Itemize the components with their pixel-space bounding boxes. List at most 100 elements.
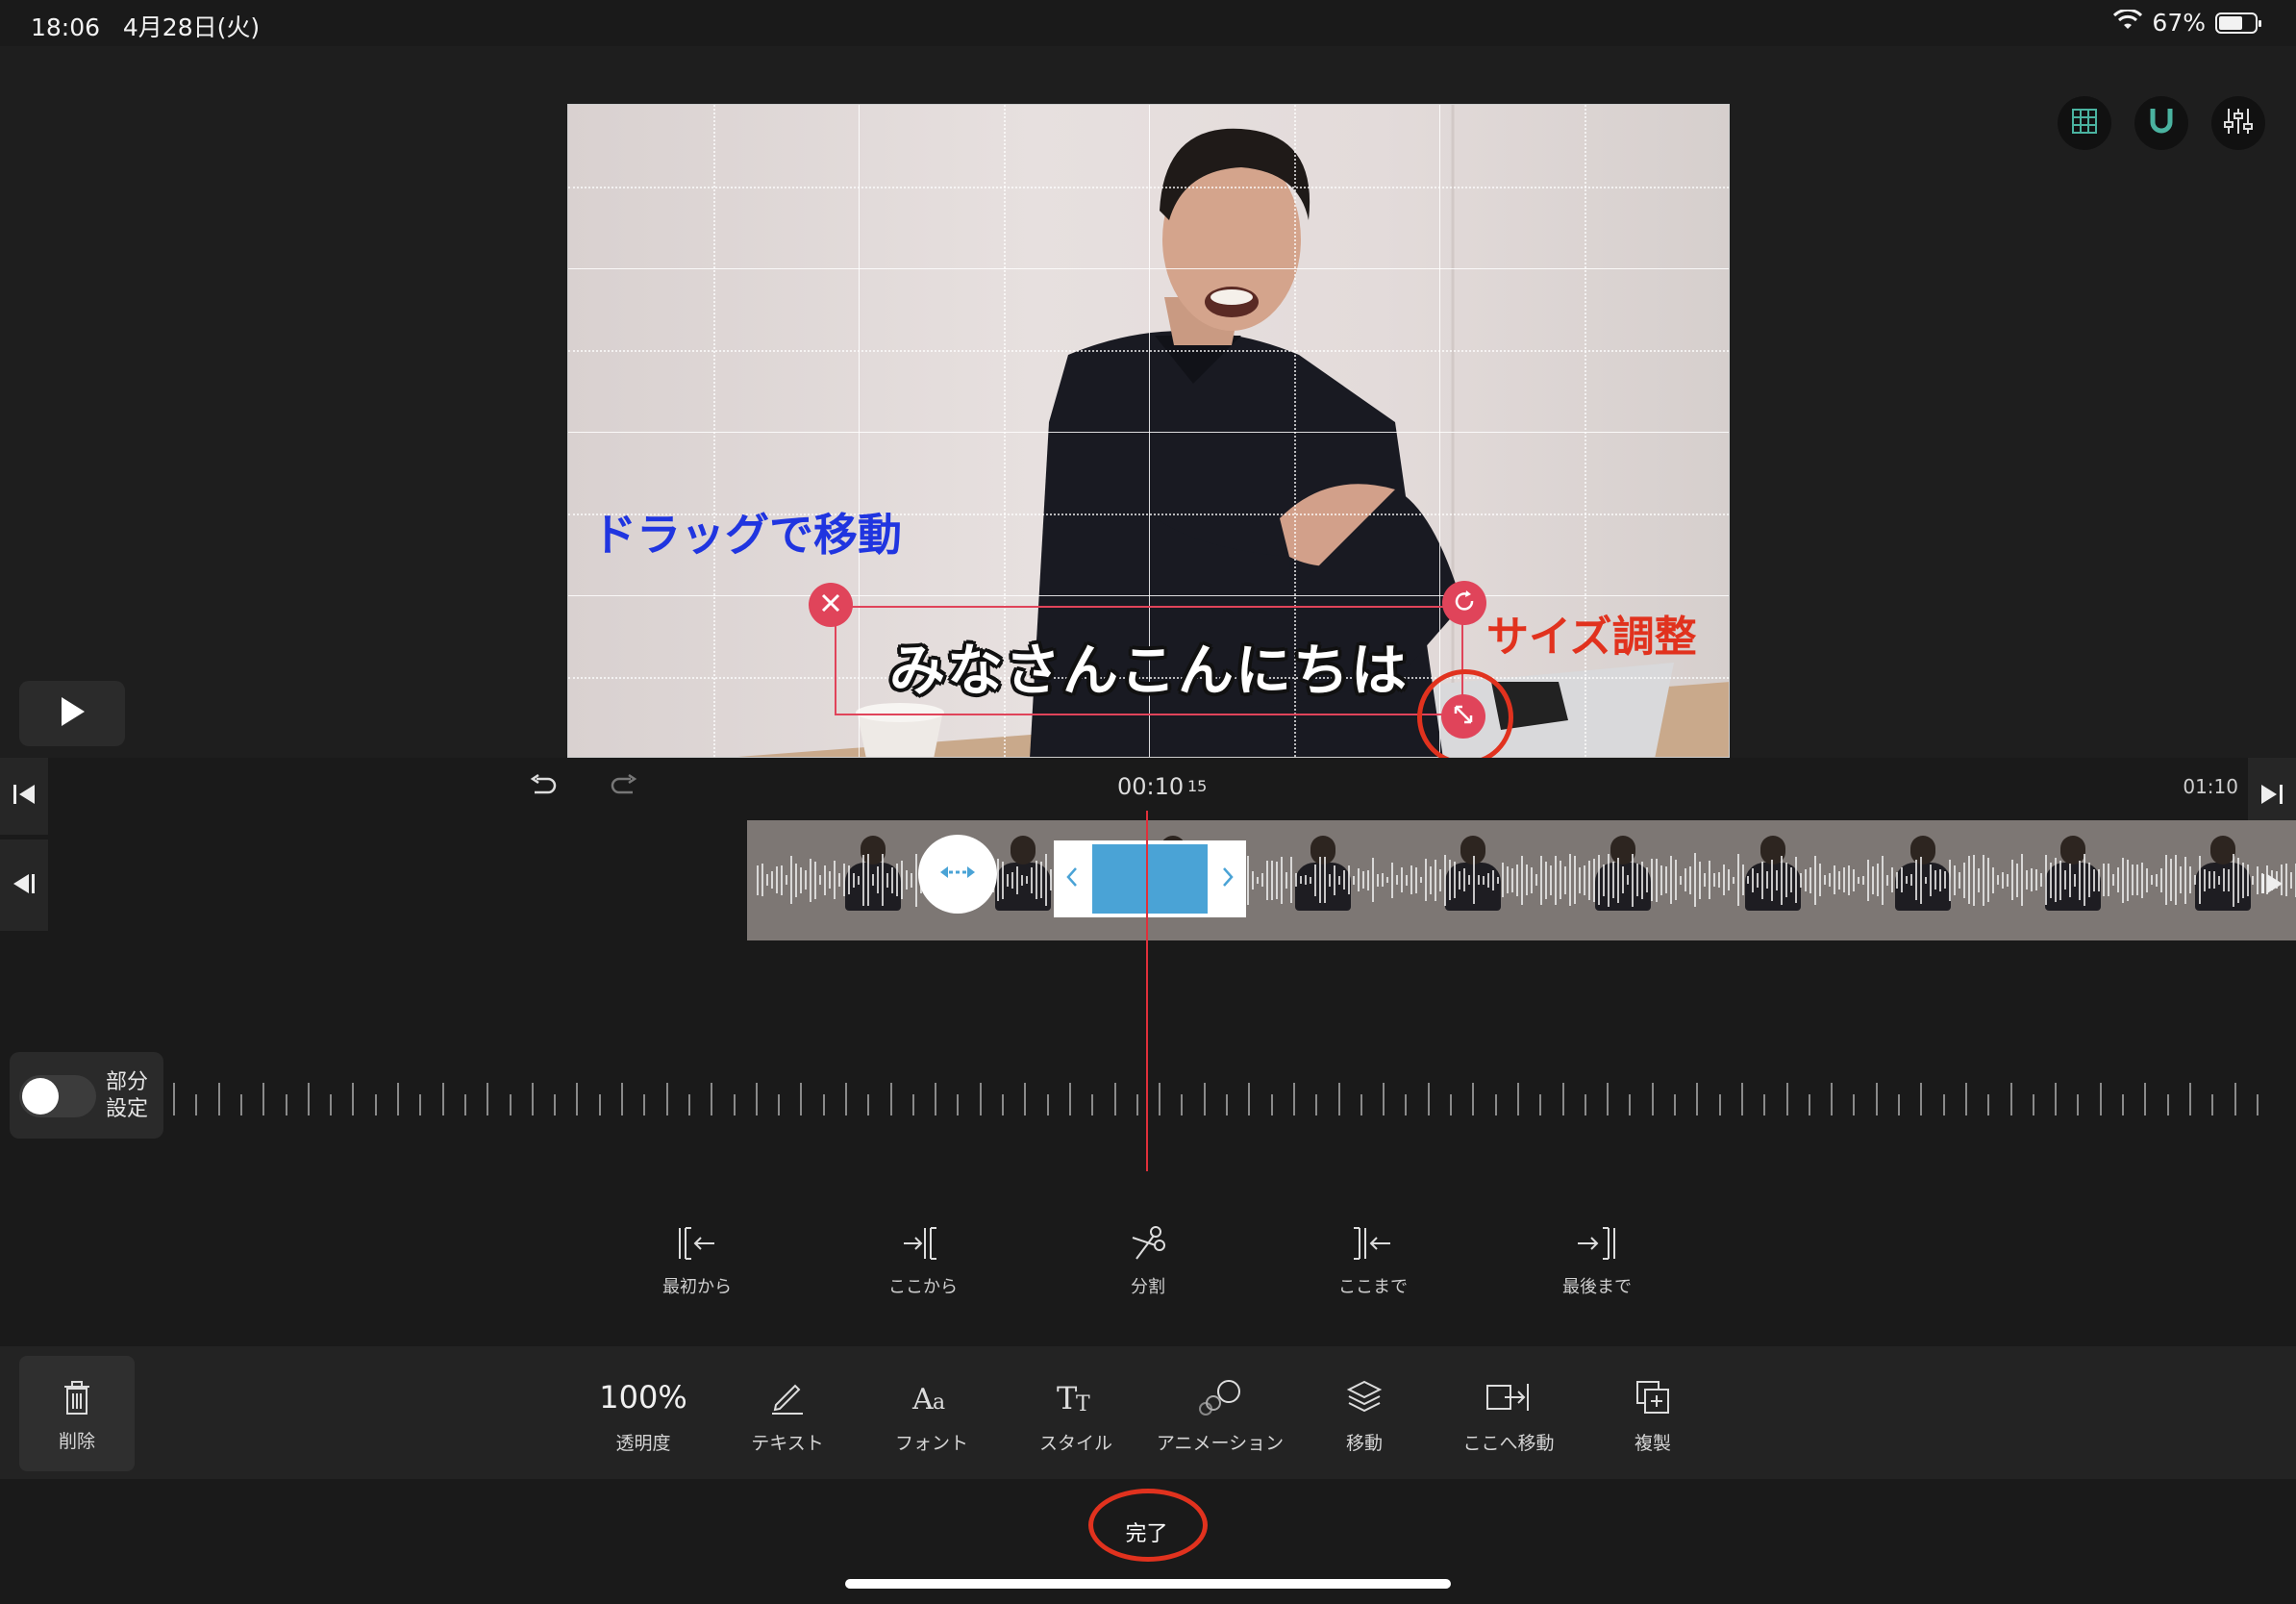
waveform-bar — [1709, 861, 1710, 899]
ruler-tick — [711, 1083, 712, 1115]
waveform-bar — [1305, 875, 1307, 885]
delete-button[interactable]: 削除 — [19, 1356, 135, 1471]
ruler-tick — [2189, 1083, 2191, 1115]
waveform-bar — [906, 870, 908, 890]
grid-toggle-button[interactable] — [2058, 96, 2111, 150]
status-right: 67% — [2113, 8, 2261, 37]
caption-delete-handle[interactable] — [809, 583, 853, 627]
redo-button[interactable] — [610, 773, 638, 802]
layer-move-button[interactable]: 移動 — [1292, 1373, 1436, 1455]
ruler-tick — [935, 1083, 936, 1115]
timeline-ruler[interactable] — [173, 1073, 2288, 1115]
ruler-tick — [1786, 1083, 1788, 1115]
undo-button[interactable] — [529, 773, 558, 802]
waveform-bar — [795, 863, 797, 897]
waveform-bar — [1454, 862, 1456, 898]
waveform-bar — [1819, 864, 1821, 896]
snap-magnet-button[interactable] — [2134, 96, 2188, 150]
caption-text-box[interactable]: みなさんこんにちは — [835, 606, 1463, 715]
trim-to-end-button[interactable]: 最後まで — [1530, 1219, 1664, 1298]
waveform-bar — [1497, 876, 1499, 884]
wifi-icon — [2113, 8, 2143, 37]
waveform-bar — [1435, 859, 1436, 901]
clip-thumbnail — [2024, 820, 2120, 940]
waveform-bar — [2040, 873, 2042, 887]
waveform-bar — [1790, 867, 1792, 892]
trim-left-handle[interactable] — [1065, 865, 1079, 892]
waveform-bar — [1382, 873, 1384, 887]
trim-from-start-icon — [630, 1219, 764, 1267]
animation-button[interactable]: アニメーション — [1148, 1373, 1292, 1455]
waveform-bar — [1915, 860, 1917, 900]
guide-dotted-line — [713, 105, 715, 757]
waveform-bar — [2007, 873, 2009, 887]
ruler-tick — [532, 1083, 534, 1115]
font-icon: Aa — [860, 1373, 1004, 1421]
svg-text:T: T — [1057, 1380, 1078, 1416]
font-button[interactable]: Aa フォント — [860, 1373, 1004, 1455]
waveform-bar — [824, 865, 826, 895]
style-button[interactable]: TT スタイル — [1004, 1373, 1148, 1455]
waveform-bar — [829, 871, 831, 889]
waveform-bar — [1814, 855, 1816, 905]
prev-frame-button[interactable] — [0, 840, 48, 931]
ruler-tick — [823, 1094, 825, 1115]
waveform-bar — [1271, 860, 1273, 900]
waveform-bar — [2141, 862, 2143, 898]
rotate-icon — [1453, 589, 1476, 616]
clip-move-handle[interactable] — [918, 835, 997, 914]
text-clip[interactable] — [1054, 840, 1246, 917]
duplicate-button[interactable]: 複製 — [1581, 1373, 1725, 1455]
waveform-bar — [1588, 860, 1590, 900]
toggle-switch[interactable] — [19, 1075, 96, 1117]
svg-text:T: T — [1076, 1392, 1090, 1416]
waveform-bar — [1579, 866, 1581, 893]
caption-rotate-handle[interactable] — [1442, 581, 1486, 625]
waveform-bar — [997, 859, 999, 901]
close-icon — [820, 592, 841, 617]
adjust-settings-button[interactable] — [2211, 96, 2265, 150]
waveform-bar — [1665, 866, 1667, 893]
ruler-tick — [1405, 1094, 1407, 1115]
waveform-bar — [1535, 874, 1537, 886]
waveform-bar — [1420, 877, 1422, 883]
redo-icon — [610, 773, 638, 802]
waveform-bar — [2050, 862, 2052, 898]
waveform-bar — [2189, 866, 2191, 893]
next-frame-button[interactable] — [2248, 840, 2296, 931]
waveform-bar — [781, 865, 783, 895]
partial-setting-toggle[interactable]: 部分 設定 — [10, 1052, 163, 1139]
trim-from-start-button[interactable]: 最初から — [630, 1219, 764, 1298]
trim-to-here-button[interactable]: ここまで — [1306, 1219, 1440, 1298]
waveform-bar — [1353, 875, 1355, 885]
opacity-button[interactable]: 100% 透明度 — [571, 1373, 715, 1455]
waveform-bar — [1396, 875, 1398, 885]
ruler-tick — [957, 1094, 959, 1115]
waveform-bar — [867, 854, 869, 906]
waveform-bar — [1324, 857, 1326, 903]
ruler-tick — [1853, 1094, 1855, 1115]
play-button[interactable] — [19, 681, 125, 746]
waveform-bar — [1377, 873, 1379, 887]
ruler-tick — [1719, 1094, 1721, 1115]
clip-thumbnail — [1424, 820, 1520, 940]
done-area: 完了 — [0, 1479, 2296, 1604]
playhead[interactable] — [1146, 811, 1148, 1171]
ruler-tick — [1428, 1083, 1430, 1115]
ruler-tick — [1271, 1094, 1273, 1115]
waveform-bar — [1689, 865, 1691, 894]
clip-thumbnail — [1274, 820, 1370, 940]
waveform-bar — [2026, 870, 2028, 890]
trim-right-handle[interactable] — [1221, 865, 1235, 892]
waveform-bar — [1026, 876, 1028, 884]
jump-to-start-button[interactable] — [0, 758, 48, 835]
waveform-bar — [1656, 858, 1658, 902]
trim-from-here-button[interactable]: ここから — [856, 1219, 990, 1298]
text-clip-body — [1092, 844, 1208, 914]
move-here-button[interactable]: ここへ移動 — [1436, 1373, 1581, 1455]
text-edit-button[interactable]: テキスト — [715, 1373, 860, 1455]
ruler-tick — [621, 1083, 623, 1115]
split-button[interactable]: 分割 — [1081, 1219, 1215, 1298]
waveform-bar — [1809, 866, 1811, 893]
waveform-bar — [1771, 859, 1773, 901]
